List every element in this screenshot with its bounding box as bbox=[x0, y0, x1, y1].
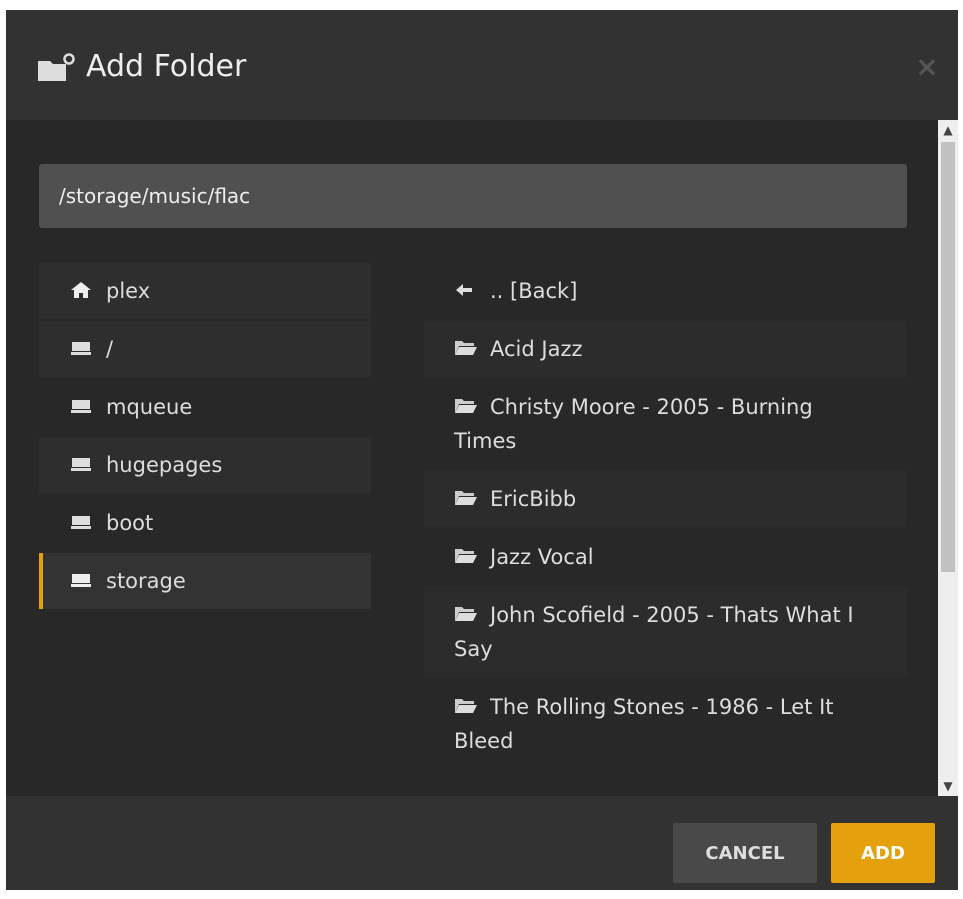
dialog-header: Add Folder × bbox=[6, 10, 958, 120]
drive-list: plex / mqueue hugepages boot storage bbox=[39, 263, 371, 611]
drive-item-mqueue[interactable]: mqueue bbox=[39, 379, 371, 435]
folder-label: EricBibb bbox=[490, 487, 577, 511]
folder-label: The Rolling Stones - 1986 - Let It Bleed bbox=[454, 695, 834, 753]
drive-item-root[interactable]: / bbox=[39, 321, 371, 377]
drive-label: / bbox=[106, 337, 114, 361]
folder-item[interactable]: Christy Moore - 2005 - Burning Times bbox=[424, 379, 907, 469]
path-input[interactable] bbox=[39, 164, 907, 228]
drive-icon bbox=[71, 342, 91, 355]
close-icon: × bbox=[915, 50, 939, 83]
drive-item-hugepages[interactable]: hugepages bbox=[39, 437, 371, 493]
add-folder-icon bbox=[38, 53, 75, 81]
cancel-button[interactable]: CANCEL bbox=[673, 823, 817, 883]
folder-item[interactable]: John Scofield - 2005 - Thats What I Say bbox=[424, 587, 907, 677]
folder-item[interactable]: Acid Jazz bbox=[424, 321, 907, 377]
dialog-title: Add Folder bbox=[86, 49, 247, 84]
folder-icon bbox=[455, 607, 477, 621]
scroll-down-icon[interactable]: ▼ bbox=[938, 776, 958, 796]
drive-label: mqueue bbox=[106, 395, 193, 419]
drive-label: boot bbox=[106, 511, 154, 535]
folder-item[interactable]: The Rolling Stones - 1986 - Let It Bleed bbox=[424, 679, 907, 769]
drive-icon bbox=[71, 516, 91, 529]
drive-label: plex bbox=[106, 279, 151, 303]
close-button[interactable]: × bbox=[914, 53, 940, 81]
home-icon bbox=[71, 282, 91, 298]
folder-icon bbox=[455, 341, 477, 355]
drive-icon bbox=[71, 574, 91, 587]
folder-label: .. [Back] bbox=[490, 279, 578, 303]
folder-label: Jazz Vocal bbox=[490, 545, 594, 569]
folder-list: .. [Back] Acid Jazz Christy Moore - 2005… bbox=[424, 263, 907, 771]
folder-item[interactable]: Jazz Vocal bbox=[424, 529, 907, 585]
folder-icon bbox=[455, 699, 477, 713]
dialog-body: plex / mqueue hugepages bbox=[6, 120, 958, 796]
folder-icon bbox=[455, 491, 477, 505]
back-arrow-icon bbox=[456, 284, 472, 296]
add-button[interactable]: ADD bbox=[831, 823, 935, 883]
drive-item-plex[interactable]: plex bbox=[39, 263, 371, 319]
folder-icon bbox=[455, 549, 477, 563]
folder-icon bbox=[455, 399, 477, 413]
folder-label: Christy Moore - 2005 - Burning Times bbox=[454, 395, 813, 453]
drive-icon bbox=[71, 458, 91, 471]
drive-icon bbox=[71, 400, 91, 413]
drive-label: hugepages bbox=[106, 453, 223, 477]
folder-label: Acid Jazz bbox=[490, 337, 583, 361]
folder-item[interactable]: EricBibb bbox=[424, 471, 907, 527]
folder-label: John Scofield - 2005 - Thats What I Say bbox=[454, 603, 854, 661]
scrollbar[interactable]: ▲ ▼ bbox=[938, 120, 958, 796]
add-folder-dialog: Add Folder × plex / mqueu bbox=[6, 10, 958, 890]
drive-label: storage bbox=[106, 569, 186, 593]
dialog-footer: CANCEL ADD bbox=[6, 796, 958, 890]
scroll-thumb[interactable] bbox=[941, 142, 955, 572]
folder-item-back[interactable]: .. [Back] bbox=[424, 263, 907, 319]
drive-item-boot[interactable]: boot bbox=[39, 495, 371, 551]
scroll-up-icon[interactable]: ▲ bbox=[938, 120, 958, 140]
drive-item-storage[interactable]: storage bbox=[39, 553, 371, 609]
